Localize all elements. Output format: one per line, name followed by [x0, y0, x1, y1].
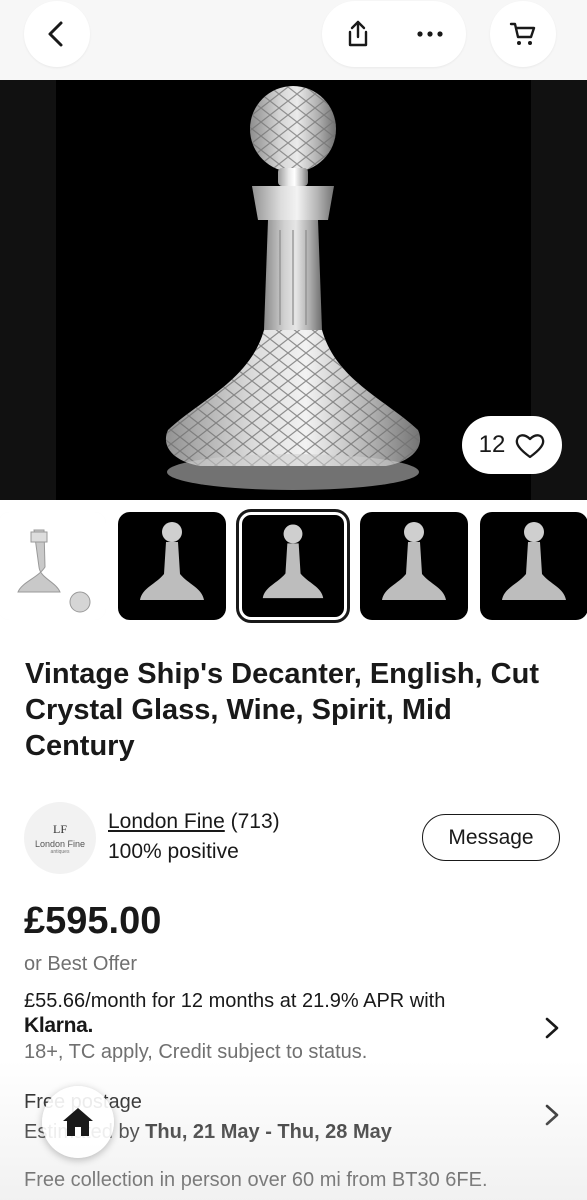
chevron-right-icon[interactable]	[542, 1103, 562, 1127]
chevron-left-icon	[48, 21, 63, 47]
collection-info: Free collection in person over 60 mi fro…	[24, 1169, 488, 1191]
seller-positive-feedback: 100% positive	[108, 840, 239, 863]
seller-name-link[interactable]: London Fine	[108, 810, 225, 833]
watchlist-button[interactable]: 12	[462, 416, 562, 474]
seller-feedback-count: (713)	[224, 810, 280, 833]
product-image[interactable]: 12	[0, 80, 587, 500]
message-seller-button[interactable]: Message	[422, 814, 560, 861]
thumbnail-2[interactable]	[118, 512, 226, 620]
best-offer-label: or Best Offer	[24, 953, 138, 975]
share-more-group	[322, 1, 466, 67]
thumbnail-4[interactable]	[360, 512, 468, 620]
home-button[interactable]	[42, 1086, 114, 1158]
avatar-name: London Fine	[34, 838, 86, 849]
financing-monthly-text: £55.66/month for 12 months at 21.9% APR …	[24, 990, 446, 1012]
avatar-monogram: LF	[52, 821, 67, 836]
back-button[interactable]	[24, 1, 90, 67]
more-options-button[interactable]	[394, 1, 466, 67]
more-horizontal-icon	[417, 31, 443, 37]
listing-title: Vintage Ship's Decanter, English, Cut Cr…	[25, 658, 539, 762]
cart-icon	[509, 22, 536, 45]
thumbnail-image	[140, 522, 204, 600]
home-icon	[63, 1108, 93, 1136]
thumbnail-image	[262, 524, 324, 599]
financing-terms: 18+, TC apply, Credit subject to status.	[24, 1041, 368, 1063]
seller-avatar[interactable]: LF London Fine antiques	[24, 802, 96, 874]
avatar-subtitle: antiques	[50, 848, 70, 855]
delivery-dates: Thu, 21 May - Thu, 28 May	[145, 1121, 392, 1143]
share-button[interactable]	[322, 1, 394, 67]
thumbnail-5[interactable]	[480, 512, 587, 620]
thumbnail-3-selected[interactable]	[236, 509, 350, 623]
watch-count: 12	[478, 431, 506, 458]
image-thumbnail-strip	[0, 509, 587, 623]
seller-name-line: London Fine (713)	[108, 810, 280, 834]
thumbnail-image	[0, 512, 106, 620]
thumbnail-1[interactable]	[0, 512, 106, 620]
heart-outline-icon	[516, 433, 545, 458]
item-price: £595.00	[24, 900, 162, 942]
thumbnail-image	[502, 522, 566, 600]
share-icon	[348, 20, 368, 47]
top-navigation-bar	[0, 0, 587, 80]
cart-button[interactable]	[490, 1, 556, 67]
klarna-logo: Klarna.	[24, 1014, 94, 1037]
thumbnail-image	[382, 522, 446, 600]
chevron-right-icon[interactable]	[542, 1016, 562, 1040]
